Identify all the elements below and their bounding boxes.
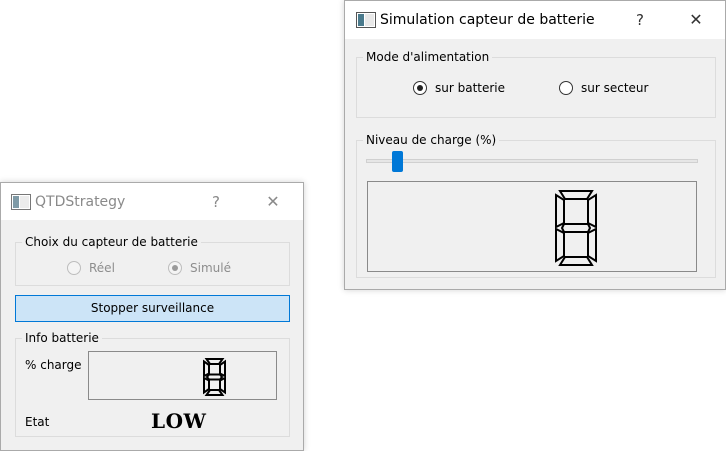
state-value: LOW	[151, 409, 207, 433]
lcd-segment-e	[555, 227, 565, 263]
radio-simulated-sensor-label: Simulé	[190, 261, 231, 275]
lcd-segment-a	[204, 358, 225, 365]
lcd-segment-g	[205, 373, 224, 381]
charge-level-group: Niveau de charge (%)	[356, 133, 716, 278]
battery-info-group-title: Info batterie	[22, 331, 102, 345]
charge-percent-lcd	[88, 351, 277, 400]
lcd-segment-c	[587, 227, 597, 263]
title-bar: QTDStrategy ? ✕	[1, 183, 303, 220]
sensor-choice-group-title: Choix du capteur de batterie	[22, 235, 201, 249]
state-label: Etat	[25, 415, 50, 429]
radio-on-mains-indicator[interactable]	[559, 81, 573, 95]
window-title: QTDStrategy	[35, 194, 126, 210]
charge-slider-track[interactable]	[366, 159, 698, 163]
lcd-segment-c	[219, 376, 226, 395]
charge-level-group-title: Niveau de charge (%)	[363, 133, 500, 147]
lcd-segment-d	[204, 389, 225, 396]
battery-info-group: Info batterie % charge Etat LOW	[15, 331, 290, 437]
radio-on-mains-label: sur secteur	[581, 81, 649, 95]
lcd-segment-d	[558, 256, 594, 266]
radio-simulated-sensor[interactable]: Simulé	[168, 261, 231, 275]
radio-on-battery-label: sur batterie	[435, 81, 506, 95]
lcd-segment-f	[555, 193, 565, 229]
charge-percent-lcd-digit	[203, 358, 226, 396]
help-button[interactable]: ?	[201, 193, 231, 211]
close-button[interactable]: ✕	[681, 10, 711, 29]
radio-simulated-sensor-indicator[interactable]	[168, 261, 182, 275]
lcd-segment-a	[558, 190, 594, 200]
power-mode-group: Mode d'alimentation sur batterie sur sec…	[356, 50, 716, 118]
close-button[interactable]: ✕	[258, 192, 288, 211]
lcd-segment-g	[560, 223, 592, 233]
power-mode-group-title: Mode d'alimentation	[363, 50, 493, 64]
title-bar: Simulation capteur de batterie ? ✕	[345, 1, 725, 39]
radio-real-sensor[interactable]: Réel	[67, 261, 115, 275]
lcd-segment-b	[219, 359, 226, 378]
charge-lcd-digit	[555, 190, 597, 266]
app-icon	[356, 12, 376, 31]
lcd-segment-f	[203, 359, 210, 378]
radio-real-sensor-indicator[interactable]	[67, 261, 81, 275]
stop-monitoring-button[interactable]: Stopper surveillance	[15, 295, 290, 322]
app-icon	[11, 194, 31, 213]
window-title: Simulation capteur de batterie	[380, 12, 595, 28]
radio-on-mains[interactable]: sur secteur	[559, 81, 648, 95]
lcd-segment-b	[587, 193, 597, 229]
radio-on-battery[interactable]: sur batterie	[413, 81, 505, 95]
help-button[interactable]: ?	[625, 11, 655, 29]
charge-slider-handle[interactable]	[391, 151, 403, 172]
qtdstrategy-window: QTDStrategy ? ✕ Choix du capteur de batt…	[0, 182, 304, 451]
lcd-segment-e	[203, 376, 210, 395]
radio-on-battery-indicator[interactable]	[413, 81, 427, 95]
simulation-window: Simulation capteur de batterie ? ✕ Mode …	[344, 0, 726, 290]
radio-real-sensor-label: Réel	[89, 261, 115, 275]
sensor-choice-group: Choix du capteur de batterie Réel Simulé	[15, 235, 290, 286]
charge-label: % charge	[25, 358, 82, 372]
charge-slider[interactable]	[366, 151, 698, 173]
charge-lcd-display	[367, 181, 697, 272]
